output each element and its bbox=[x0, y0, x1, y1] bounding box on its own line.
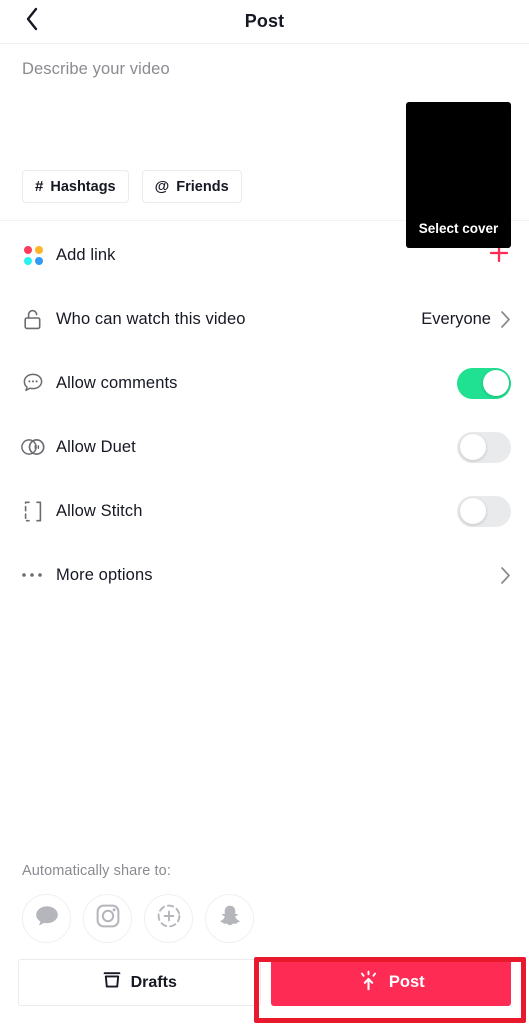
select-cover-label: Select cover bbox=[418, 221, 499, 236]
option-label-allow-comments: Allow comments bbox=[56, 373, 178, 392]
option-label-add-link: Add link bbox=[56, 245, 116, 264]
allow-stitch-toggle[interactable] bbox=[457, 495, 511, 527]
ellipsis-icon bbox=[14, 571, 52, 579]
auto-share-title: Automatically share to: bbox=[22, 863, 171, 879]
option-row-more-options[interactable]: More options bbox=[0, 543, 529, 607]
chevron-right-icon bbox=[500, 310, 511, 329]
hashtag-icon: # bbox=[35, 178, 44, 195]
option-label-allow-stitch: Allow Stitch bbox=[56, 501, 143, 520]
back-button[interactable] bbox=[10, 0, 54, 43]
stitch-frame-icon bbox=[14, 500, 52, 523]
flex-spacer bbox=[0, 607, 529, 863]
chevron-left-icon bbox=[25, 7, 39, 36]
instagram-story-plus-icon bbox=[156, 903, 182, 934]
at-mention-icon: @ bbox=[154, 178, 170, 195]
option-label-who-can-watch: Who can watch this video bbox=[56, 309, 246, 328]
description-input[interactable]: Describe your video bbox=[22, 60, 511, 79]
option-label-allow-duet: Allow Duet bbox=[56, 437, 136, 456]
share-target-instagram[interactable] bbox=[83, 894, 132, 943]
post-button[interactable]: Post bbox=[270, 959, 511, 1006]
dot-grid-icon bbox=[14, 245, 52, 265]
footer-action-bar: Drafts Post bbox=[0, 943, 529, 1024]
post-button-wrapper: Post bbox=[270, 959, 511, 1006]
upload-burst-icon bbox=[357, 969, 380, 997]
header-bar: Post bbox=[0, 0, 529, 44]
chevron-right-icon bbox=[500, 566, 511, 585]
share-target-instagram-story[interactable] bbox=[144, 894, 193, 943]
instagram-camera-icon bbox=[95, 903, 121, 934]
share-target-snapchat[interactable] bbox=[205, 894, 254, 943]
option-row-allow-duet[interactable]: Allow Duet bbox=[0, 415, 529, 479]
page-title: Post bbox=[244, 11, 285, 31]
hashtags-button[interactable]: # Hashtags bbox=[22, 170, 129, 203]
post-label: Post bbox=[388, 973, 425, 991]
toggle-knob bbox=[459, 498, 486, 524]
drafts-button[interactable]: Drafts bbox=[18, 959, 261, 1006]
toggle-knob bbox=[482, 370, 509, 396]
allow-comments-toggle[interactable] bbox=[457, 367, 511, 399]
describe-section: Describe your video # Hashtags @ Friends… bbox=[0, 44, 529, 248]
comment-bubble-icon bbox=[14, 372, 52, 394]
options-list: Add link Who can watch this video Everyo… bbox=[0, 221, 529, 607]
unlocked-padlock-icon bbox=[14, 308, 52, 331]
friends-button[interactable]: @ Friends bbox=[141, 170, 242, 203]
option-row-allow-comments[interactable]: Allow comments bbox=[0, 351, 529, 415]
snapchat-ghost-icon bbox=[217, 903, 243, 934]
duet-circles-icon bbox=[14, 437, 52, 457]
who-can-watch-value: Everyone bbox=[421, 309, 491, 328]
auto-share-section: Automatically share to: bbox=[0, 863, 529, 943]
option-row-who-can-watch[interactable]: Who can watch this video Everyone bbox=[0, 287, 529, 351]
speech-bubble-icon bbox=[34, 904, 60, 933]
allow-duet-toggle[interactable] bbox=[457, 431, 511, 463]
auto-share-icon-row bbox=[22, 894, 507, 943]
option-row-allow-stitch[interactable]: Allow Stitch bbox=[0, 479, 529, 543]
insert-chip-row: # Hashtags @ Friends bbox=[22, 170, 242, 203]
friends-label: Friends bbox=[176, 178, 229, 195]
share-target-messages[interactable] bbox=[22, 894, 71, 943]
archive-box-icon bbox=[102, 970, 122, 995]
select-cover-thumbnail[interactable]: Select cover bbox=[406, 102, 511, 248]
hashtags-label: Hashtags bbox=[50, 178, 116, 195]
post-screen: Post Describe your video # Hashtags @ Fr… bbox=[0, 0, 529, 1024]
drafts-label: Drafts bbox=[130, 973, 177, 991]
toggle-knob bbox=[459, 434, 486, 460]
option-label-more-options: More options bbox=[56, 565, 153, 584]
